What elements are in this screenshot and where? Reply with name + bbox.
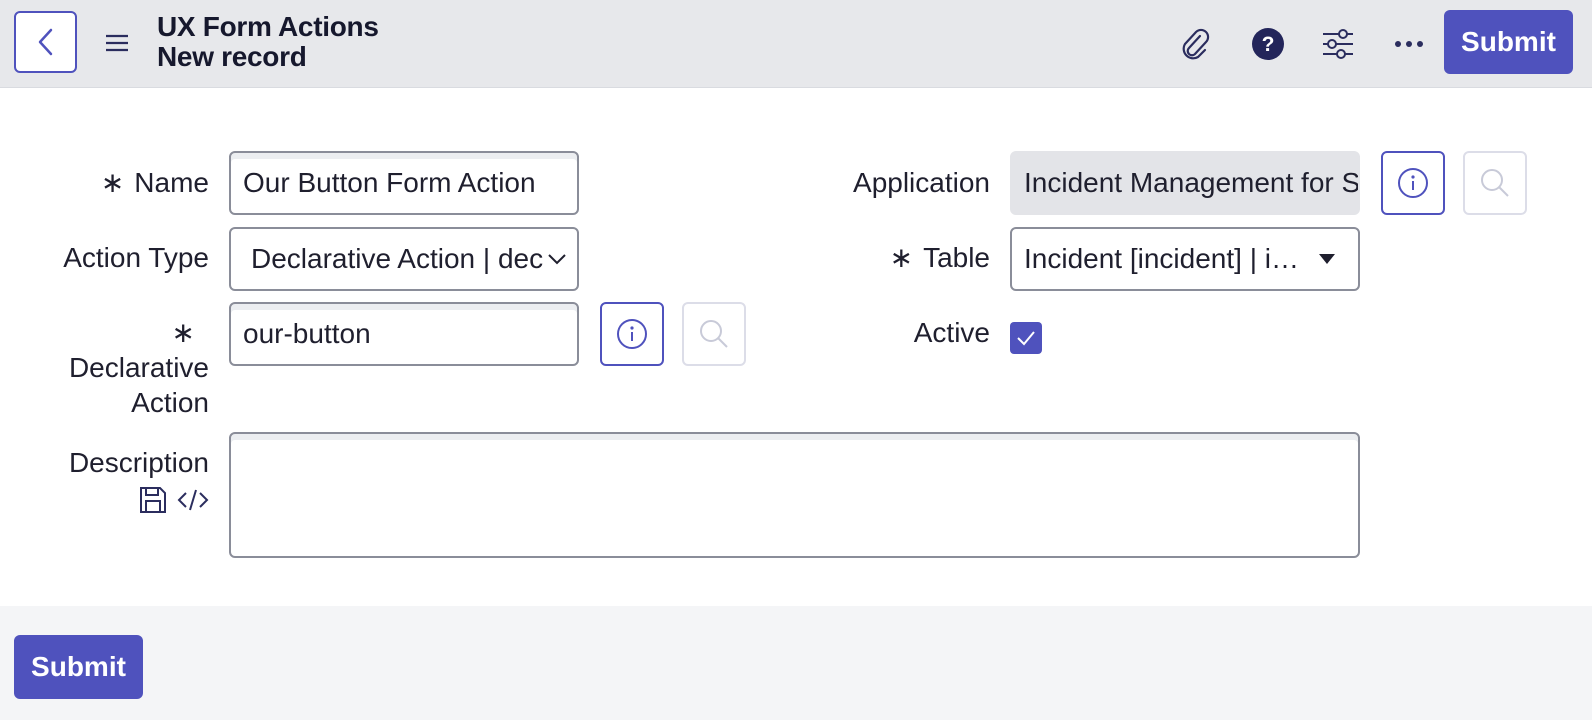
description-label: Description bbox=[68, 447, 209, 478]
action-type-value: Declarative Action | dec bbox=[251, 243, 544, 274]
action-type-select[interactable]: Declarative Action | dec bbox=[229, 227, 579, 291]
active-checkbox[interactable] bbox=[1010, 322, 1042, 354]
application-lookup-button[interactable] bbox=[1463, 151, 1527, 215]
declarative-action-info-button[interactable] bbox=[600, 302, 664, 366]
page-subtitle: New record bbox=[157, 41, 307, 72]
back-button[interactable] bbox=[14, 11, 77, 73]
required-marker: ∗ bbox=[889, 242, 914, 273]
more-icon bbox=[1395, 41, 1423, 47]
paperclip-icon bbox=[1182, 28, 1210, 60]
description-tools bbox=[139, 486, 209, 514]
caret-down-icon bbox=[1319, 254, 1335, 264]
info-icon bbox=[1398, 168, 1428, 198]
declarative-action-label: ∗ Declarative Action bbox=[68, 317, 209, 418]
save-icon[interactable] bbox=[139, 486, 167, 514]
submit-button-header[interactable]: Submit bbox=[1444, 10, 1573, 74]
svg-text:?: ? bbox=[1262, 33, 1275, 56]
application-label: Application bbox=[853, 167, 990, 198]
app-header: UX Form Actions New record ? Submit bbox=[0, 0, 1592, 88]
description-textarea[interactable] bbox=[229, 432, 1360, 558]
page-title-block: UX Form Actions New record bbox=[157, 12, 379, 72]
application-info-button[interactable] bbox=[1381, 151, 1445, 215]
action-type-label: Action Type bbox=[63, 242, 209, 273]
info-icon bbox=[617, 319, 647, 349]
required-marker: ∗ bbox=[100, 167, 125, 198]
sliders-icon bbox=[1323, 29, 1353, 59]
declarative-action-field[interactable]: our-button bbox=[229, 302, 579, 366]
search-icon bbox=[1481, 169, 1509, 197]
application-value: Incident Management for S bbox=[1024, 167, 1358, 198]
help-button[interactable]: ? bbox=[1248, 24, 1288, 64]
table-select[interactable]: Incident [incident] | i… bbox=[1010, 227, 1360, 291]
form-area: ∗ Name Our Button Form Action Action Type… bbox=[0, 88, 1592, 606]
form-settings-button[interactable] bbox=[1318, 24, 1358, 64]
name-value: Our Button Form Action bbox=[243, 167, 536, 198]
chevron-down-icon bbox=[548, 254, 566, 265]
search-icon bbox=[700, 320, 728, 348]
checkmark-icon bbox=[1017, 331, 1035, 346]
hamburger-icon bbox=[106, 34, 128, 52]
menu-button[interactable] bbox=[100, 26, 134, 60]
page-title: UX Form Actions bbox=[157, 11, 379, 42]
table-label: ∗ Table bbox=[889, 242, 990, 273]
active-label: Active bbox=[913, 317, 990, 348]
submit-button-footer[interactable]: Submit bbox=[14, 635, 143, 699]
code-icon[interactable] bbox=[177, 488, 209, 512]
name-field[interactable]: Our Button Form Action bbox=[229, 151, 579, 215]
attachment-button[interactable] bbox=[1175, 24, 1215, 64]
required-marker: ∗ bbox=[171, 317, 195, 348]
help-icon: ? bbox=[1252, 28, 1284, 60]
table-value: Incident [incident] | i… bbox=[1024, 243, 1299, 274]
declarative-action-lookup-button[interactable] bbox=[682, 302, 746, 366]
name-label: ∗ Name bbox=[100, 167, 209, 198]
chevron-left-icon bbox=[38, 28, 52, 56]
declarative-action-value: our-button bbox=[243, 318, 371, 349]
application-field: Incident Management for S bbox=[1010, 151, 1360, 215]
more-actions-button[interactable] bbox=[1389, 24, 1429, 64]
